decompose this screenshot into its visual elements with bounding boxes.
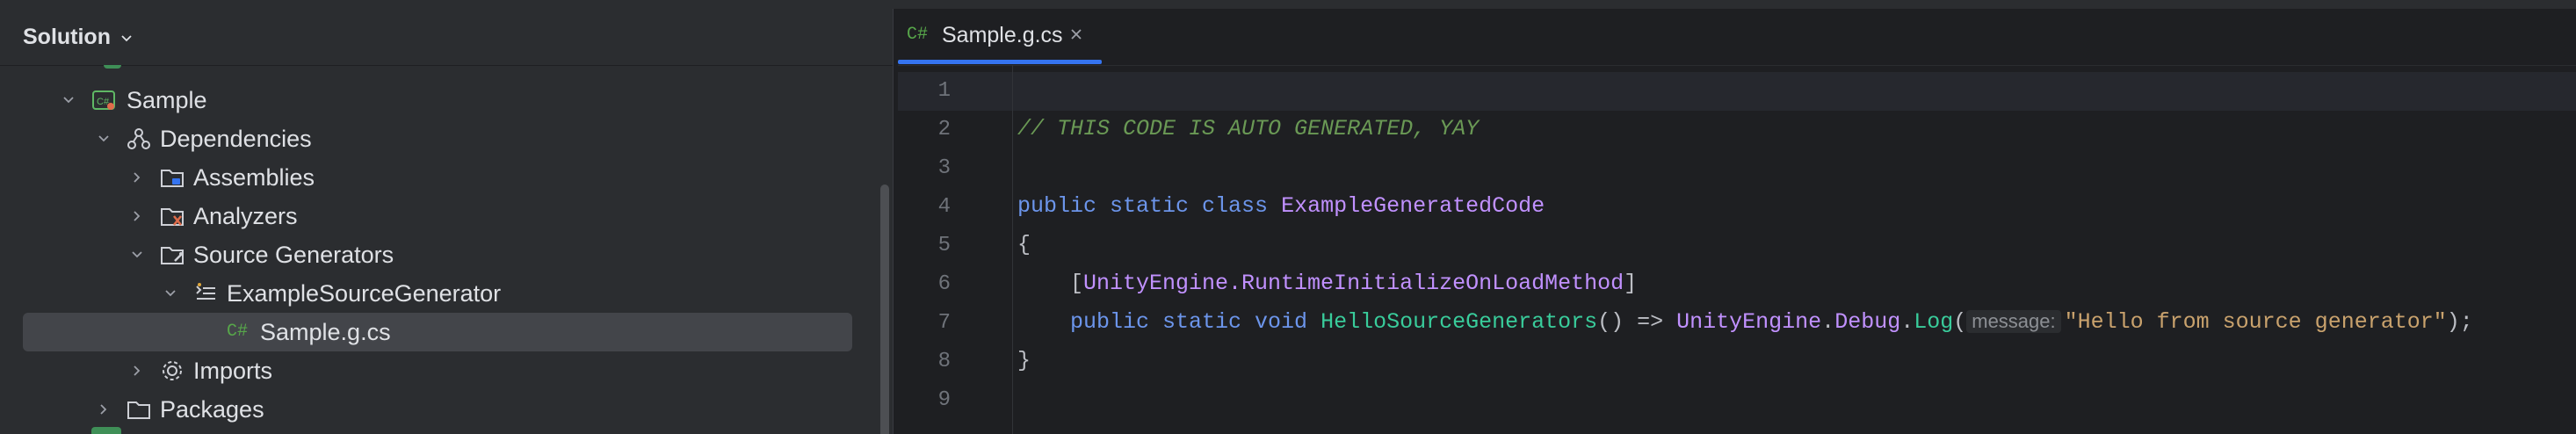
tab-label: Sample.g.cs <box>942 23 1063 47</box>
folder-analyzer-icon <box>161 208 184 226</box>
solution-explorer: Solution C# Sample Dependencies Assembli… <box>0 9 893 434</box>
code-class-name: ExampleGeneratedCode <box>1281 193 1545 219</box>
line-number: 1 <box>937 79 951 103</box>
code-method-call: Log <box>1914 309 1954 335</box>
chevron-right-icon[interactable] <box>130 209 144 223</box>
code-punct: ] <box>1624 271 1638 296</box>
code-line-2: // THIS CODE IS AUTO GENERATED, YAY <box>1017 116 1479 141</box>
folder-generator-icon <box>161 247 184 264</box>
code-editor: C# Sample.g.cs 1 2 3 4 5 6 7 8 9 // THIS… <box>898 9 2576 434</box>
scrollbar[interactable] <box>880 184 889 434</box>
tree-item-label: Analyzers <box>193 203 298 229</box>
code-punct: . <box>1900 309 1914 335</box>
code-brace: { <box>1017 232 1031 257</box>
tree-item-label: Dependencies <box>160 126 312 152</box>
code-type: Debug <box>1834 309 1901 335</box>
csharp-project-icon: C# <box>92 90 115 110</box>
code-brace: } <box>1017 348 1031 373</box>
current-line-highlight <box>898 72 2576 111</box>
chevron-right-icon[interactable] <box>130 364 144 378</box>
line-number: 6 <box>937 272 951 296</box>
gear-icon <box>163 361 182 380</box>
code-line-6: [UnityEngine.RuntimeInitializeOnLoadMeth… <box>1017 271 1637 296</box>
tab-sample-g-cs[interactable]: C# Sample.g.cs <box>898 9 1102 65</box>
code-namespace: UnityEngine <box>1676 309 1822 335</box>
tree-item-label: Sample <box>127 87 207 113</box>
parameter-hint: message: <box>1966 310 2061 333</box>
code-attribute: UnityEngine.RuntimeInitializeOnLoadMetho… <box>1083 271 1624 296</box>
line-number: 2 <box>937 118 951 141</box>
tree-item-sample[interactable]: C# Sample <box>0 81 879 119</box>
code-line-5: { <box>1017 232 1031 257</box>
tree-item-label: Assemblies <box>193 164 315 191</box>
chevron-down-icon[interactable] <box>130 248 144 262</box>
code-method-name: HelloSourceGenerators <box>1321 309 1598 335</box>
code-keyword: public static void <box>1017 309 1321 335</box>
code-comment: // THIS CODE IS AUTO GENERATED, YAY <box>1017 116 1480 141</box>
folder-icon <box>161 170 184 187</box>
tree-item-packages[interactable]: Packages <box>0 390 879 429</box>
tree-item-sample-g-cs[interactable]: C# Sample.g.cs <box>23 313 852 351</box>
tree-item-example-source-generator[interactable]: ExampleSourceGenerator <box>0 274 879 313</box>
chevron-down-icon[interactable] <box>119 32 134 46</box>
folder-icon <box>127 401 150 419</box>
tree-item-imports[interactable]: Imports <box>0 351 879 390</box>
tree-item-label: Packages <box>160 396 264 423</box>
line-number: 3 <box>937 156 951 180</box>
chevron-down-icon[interactable] <box>62 93 76 107</box>
gutter-separator <box>1012 65 1013 434</box>
chevron-down-icon[interactable] <box>163 286 177 300</box>
code-keyword: public static class <box>1017 193 1282 219</box>
dependencies-icon <box>127 128 150 149</box>
line-number: 5 <box>937 234 951 257</box>
code-punct: () => <box>1597 309 1677 335</box>
code-line-7: public static void HelloSourceGenerators… <box>1017 309 2473 335</box>
tree-item-dependencies[interactable]: Dependencies <box>0 119 879 158</box>
code-string: "Hello from source generator" <box>2064 309 2447 335</box>
cut-off-row-icon <box>91 427 121 434</box>
tree-item-label: ExampleSourceGenerator <box>227 280 502 307</box>
chevron-down-icon[interactable] <box>97 132 111 146</box>
tree-item-label: Source Generators <box>193 242 394 268</box>
generator-icon <box>196 283 215 300</box>
cut-off-row-icon <box>104 65 121 69</box>
line-number: 7 <box>937 311 951 335</box>
tree-item-source-generators[interactable]: Source Generators <box>0 235 879 274</box>
tree-item-analyzers[interactable]: Analyzers <box>0 197 879 235</box>
code-punct: ( <box>1953 309 1967 335</box>
code-punct: ); <box>2446 309 2473 335</box>
code-area[interactable]: 1 2 3 4 5 6 7 8 9 // THIS CODE IS AUTO G… <box>898 65 2576 434</box>
csharp-file-icon: C# <box>907 25 929 45</box>
solution-tree: C# Sample Dependencies Assemblies Analyz… <box>0 65 893 434</box>
line-number: 4 <box>937 195 951 219</box>
solution-title: Solution <box>23 25 111 49</box>
solution-header[interactable]: Solution <box>0 9 893 66</box>
chevron-right-icon[interactable] <box>130 170 144 184</box>
tree-item-label: Imports <box>193 358 273 384</box>
code-line-4: public static class ExampleGeneratedCode <box>1017 193 1545 219</box>
tree-item-assemblies[interactable]: Assemblies <box>0 158 879 197</box>
tree-item-label: Sample.g.cs <box>260 319 391 345</box>
close-icon[interactable] <box>1068 26 1084 42</box>
editor-tab-bar: C# Sample.g.cs <box>898 9 2576 66</box>
csharp-file-icon: C# <box>227 322 249 342</box>
line-number: 9 <box>937 388 951 412</box>
code-line-8: } <box>1017 348 1031 373</box>
active-tab-indicator <box>898 60 1102 64</box>
line-number: 8 <box>937 350 951 373</box>
code-punct: . <box>1821 309 1835 335</box>
chevron-right-icon[interactable] <box>97 402 111 416</box>
code-punct: [ <box>1017 271 1084 296</box>
